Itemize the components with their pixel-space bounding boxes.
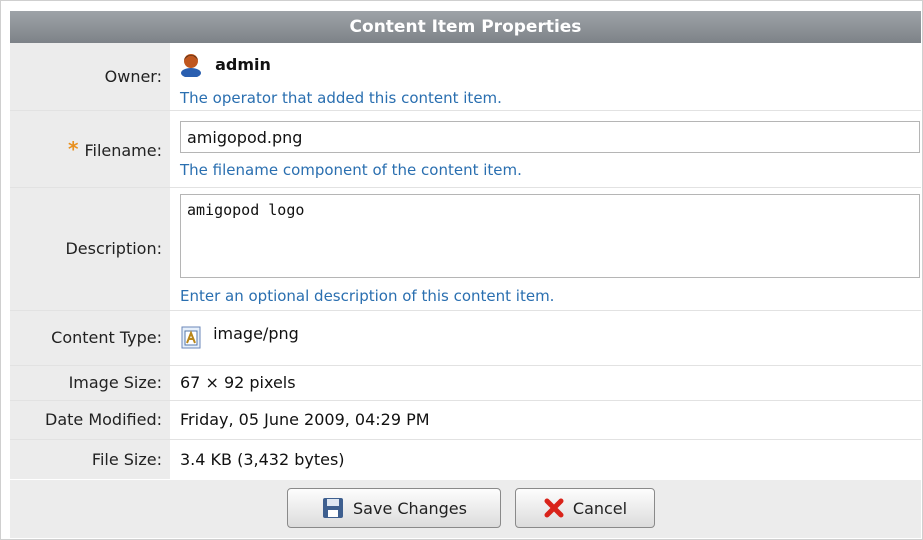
save-changes-button[interactable]: Save Changes [287,488,501,528]
image-size-value: 67 × 92 pixels [180,373,296,392]
image-file-icon [180,324,202,350]
owner-help: The operator that added this content ite… [180,89,502,107]
file-size-value: 3.4 KB (3,432 bytes) [180,450,345,469]
required-marker: * [67,137,79,161]
save-label: Save Changes [353,498,467,518]
panel-title: Content Item Properties [10,11,921,43]
description-row: Description: amigopod logo Enter an opti… [10,188,921,310]
image-size-label: Image Size: [10,366,170,400]
date-modified-row: Date Modified: Friday, 05 June 2009, 04:… [10,401,921,439]
filename-row: * Filename: The filename component of the… [10,111,921,187]
close-icon [543,497,565,519]
content-type-value: image/png [180,324,921,350]
filename-label: * Filename: [10,111,170,187]
description-label: Description: [10,188,170,310]
content-type-text: image/png [213,324,299,343]
filename-input[interactable] [180,121,920,153]
content-type-row: Content Type: image/png [10,311,921,365]
owner-name: admin [215,54,271,74]
file-size-label: File Size: [10,440,170,479]
image-size-row: Image Size: 67 × 92 pixels [10,366,921,400]
owner-row: Owner: admin The operator that added thi… [10,43,921,110]
user-icon [180,51,202,78]
owner-label: Owner: [10,43,170,110]
description-textarea[interactable]: amigopod logo [180,194,920,278]
save-icon [321,496,345,520]
cancel-label: Cancel [572,498,628,518]
file-size-row: File Size: 3.4 KB (3,432 bytes) [10,440,921,479]
date-modified-label: Date Modified: [10,401,170,439]
owner-value: admin [180,51,921,78]
cancel-button[interactable]: Cancel [515,488,655,528]
content-type-label: Content Type: [10,311,170,365]
date-modified-value: Friday, 05 June 2009, 04:29 PM [180,410,430,429]
filename-help: The filename component of the content it… [180,161,522,179]
filename-label-text: Filename: [84,141,162,160]
description-help: Enter an optional description of this co… [180,287,555,305]
form-actions: Save Changes Cancel [10,480,921,538]
